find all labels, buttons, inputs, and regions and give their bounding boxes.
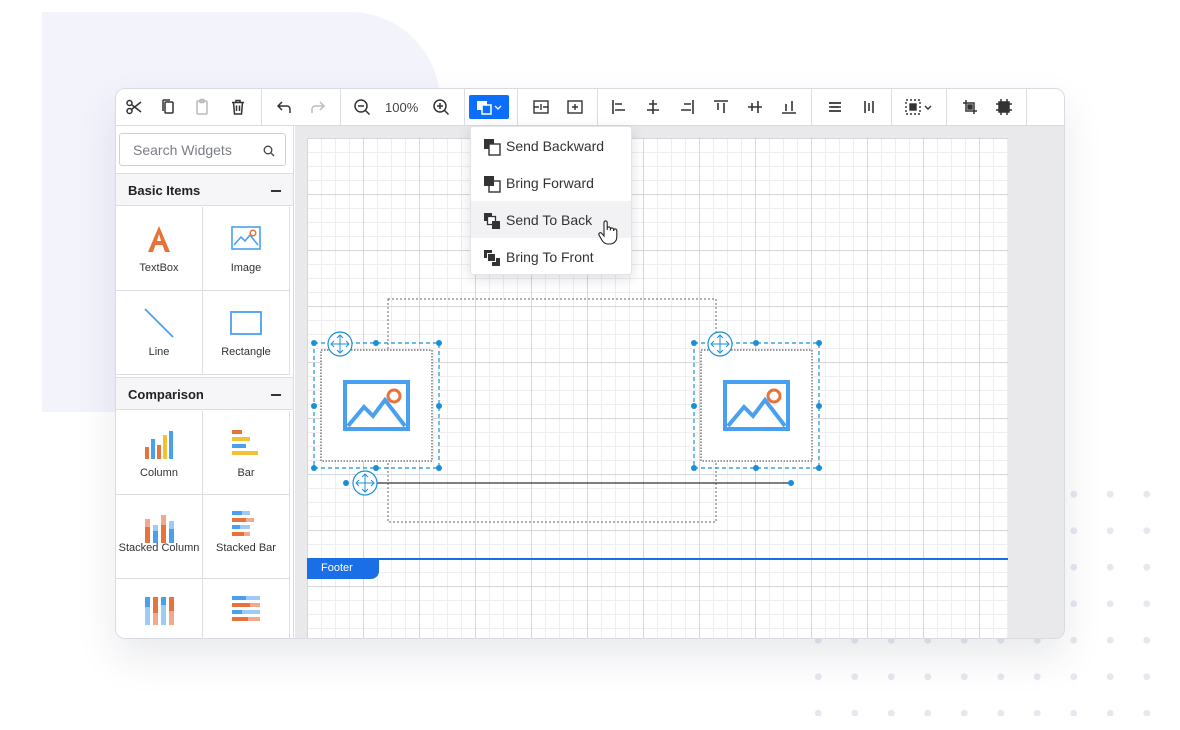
ungroup-icon[interactable]	[563, 95, 587, 119]
distribute-vertical-icon[interactable]	[857, 95, 881, 119]
widget-bar[interactable]: Bar	[203, 411, 290, 495]
send-backward-icon	[483, 138, 501, 161]
toolbar-divider	[597, 89, 598, 126]
widget-label: Stacked Column	[118, 542, 200, 554]
toolbar-divider	[261, 89, 262, 126]
widget-label: Rectangle	[221, 346, 271, 358]
move-handle-icon[interactable]	[327, 331, 353, 357]
widget-line[interactable]: Line	[116, 291, 203, 375]
menu-item-send-backward[interactable]: Send Backward	[471, 127, 631, 164]
widget-label: Column	[140, 467, 178, 479]
menu-item-label: Bring To Front	[506, 248, 594, 265]
stacked-column-icon	[116, 513, 202, 543]
widget-rectangle[interactable]: Rectangle	[203, 291, 290, 375]
image-widget-left[interactable]	[311, 340, 442, 471]
size-dropdown-icon[interactable]	[902, 95, 938, 119]
undo-icon[interactable]	[272, 95, 296, 119]
cut-icon[interactable]	[122, 95, 146, 119]
menu-item-label: Send Backward	[506, 137, 605, 154]
stacked-bar-100-icon	[203, 595, 289, 625]
align-top-icon[interactable]	[709, 95, 733, 119]
widget-textbox[interactable]: TextBox	[116, 207, 203, 291]
zoom-out-icon[interactable]	[350, 95, 374, 119]
group-icon[interactable]	[529, 95, 553, 119]
stacked-column-100-icon	[116, 595, 202, 625]
textbox-icon	[116, 224, 202, 254]
widget-label: Line	[148, 346, 170, 358]
toolbar: 100%	[116, 89, 1064, 126]
rectangle-icon	[203, 311, 289, 335]
delete-icon[interactable]	[226, 95, 250, 119]
bring-forward-icon	[483, 175, 501, 198]
section-title: Basic Items	[128, 183, 201, 198]
distribute-horizontal-icon[interactable]	[823, 95, 847, 119]
toolbar-divider	[517, 89, 518, 126]
widget-stacked-bar[interactable]: Stacked Bar	[203, 495, 290, 579]
bar-chart-icon	[203, 429, 289, 459]
widget-sidebar: Search Widgets Basic Items TextBox Image…	[116, 126, 294, 638]
widget-label: Bar	[237, 467, 255, 479]
toolbar-divider	[340, 89, 341, 126]
column-chart-icon	[116, 429, 202, 459]
zoom-level: 100%	[385, 100, 419, 115]
stacked-bar-icon	[203, 510, 289, 540]
toolbar-divider	[1026, 89, 1027, 126]
widget-image[interactable]: Image	[203, 207, 290, 291]
menu-item-bring-forward[interactable]: Bring Forward	[471, 164, 631, 201]
section-title: Comparison	[128, 387, 204, 402]
order-dropdown-menu: Send Backward Bring Forward Send To Back…	[470, 126, 632, 275]
send-to-back-icon	[483, 212, 501, 235]
bring-to-front-icon	[483, 249, 501, 272]
menu-item-label: Bring Forward	[506, 174, 594, 191]
widget-label: Stacked Bar	[216, 542, 276, 554]
line-icon	[116, 307, 202, 339]
stage: 100% Search Widgets Basic Items TextBox …	[0, 0, 1180, 730]
order-dropdown-button[interactable]	[469, 95, 509, 119]
collapse-icon[interactable]	[271, 190, 281, 192]
fit-icon[interactable]	[992, 95, 1016, 119]
crop-icon[interactable]	[958, 95, 982, 119]
widget-label: TextBox	[139, 262, 179, 274]
toolbar-divider	[891, 89, 892, 126]
move-handle-icon[interactable]	[352, 470, 378, 496]
search-input[interactable]: Search Widgets	[119, 133, 286, 166]
widget-stacked-column[interactable]: Stacked Column	[116, 495, 203, 579]
move-handle-icon[interactable]	[707, 331, 733, 357]
canvas-overlay	[311, 298, 822, 523]
section-header-comparison[interactable]: Comparison	[116, 377, 293, 410]
align-left-icon[interactable]	[607, 95, 631, 119]
widget-column[interactable]: Column	[116, 411, 203, 495]
toolbar-divider	[946, 89, 947, 126]
redo-icon[interactable]	[306, 95, 330, 119]
line-widget[interactable]	[343, 480, 794, 486]
toolbar-divider	[811, 89, 812, 126]
image-widget-right[interactable]	[691, 340, 822, 471]
widget-stacked-column-100[interactable]	[116, 579, 203, 638]
widget-stacked-bar-100[interactable]	[203, 579, 290, 638]
toolbar-divider	[464, 89, 465, 126]
widget-label: Image	[230, 262, 262, 274]
search-icon[interactable]	[263, 144, 275, 162]
selection-marquee	[387, 298, 717, 523]
menu-item-label: Send To Back	[506, 211, 593, 228]
zoom-in-icon[interactable]	[429, 95, 453, 119]
paste-icon[interactable]	[190, 95, 214, 119]
align-bottom-icon[interactable]	[777, 95, 801, 119]
image-icon	[203, 226, 289, 250]
section-header-basic-items[interactable]: Basic Items	[116, 173, 293, 206]
collapse-icon[interactable]	[271, 394, 281, 396]
align-center-icon[interactable]	[641, 95, 665, 119]
align-middle-icon[interactable]	[743, 95, 767, 119]
search-placeholder: Search Widgets	[133, 142, 232, 158]
hand-cursor-icon	[597, 219, 619, 250]
copy-icon[interactable]	[156, 95, 180, 119]
design-canvas-area: Footer	[295, 126, 1064, 638]
align-right-icon[interactable]	[675, 95, 699, 119]
